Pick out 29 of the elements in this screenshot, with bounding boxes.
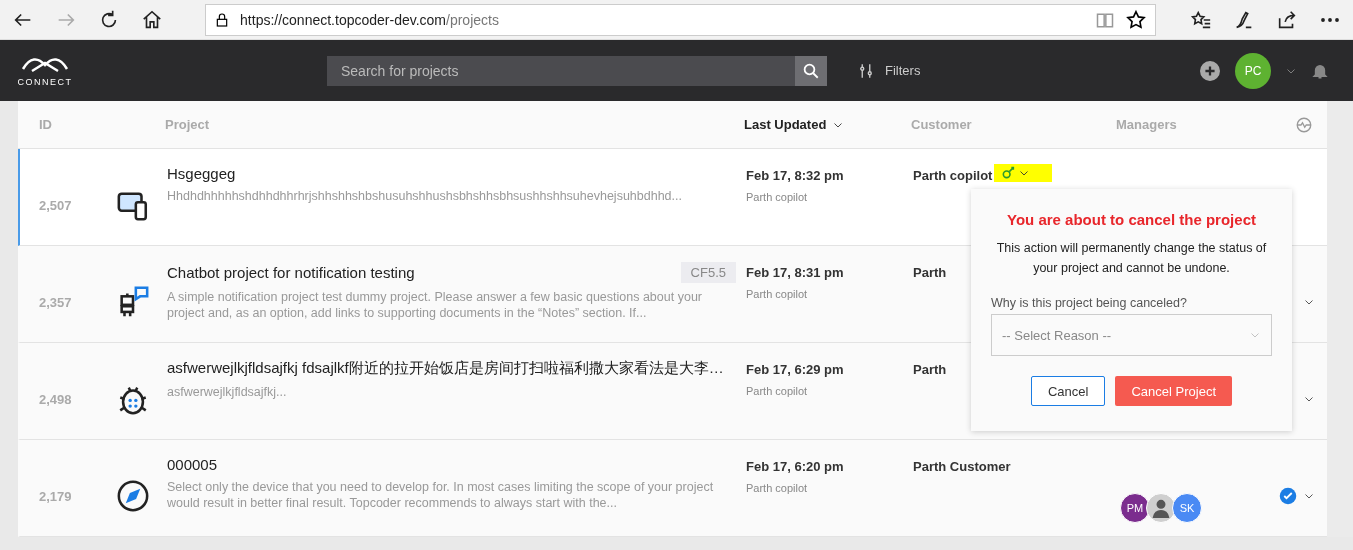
updated-by: Parth copilot [746,288,809,300]
updated-date: Feb 17, 6:29 pm [746,362,845,377]
project-description: Hhdhdhhhhhshdhhdhhrhrjshhshhshbshusuhshhushsbhshhsbhsushhshhsuhevhejsuhbdhhd... [167,188,683,204]
updated-by: Parth copilot [746,482,809,494]
project-id: 2,507 [38,197,73,213]
customer-name: Parth Customer [913,459,1011,474]
url-text: https://connect.topcoder-dev.com/projects [240,11,500,28]
customer-name: Parth [913,265,947,280]
version-tag: CF5.5 [680,262,736,283]
updated-date: Feb 17, 6:20 pm [746,459,845,474]
logo-text: CONNECT [17,76,73,87]
project-description: A simple notification project test dummy project. Please answer a few basic questions about your project and, as an option, add links to supporting documents in the “Notes” section. If... [167,289,703,321]
manager-avatar: PM [1120,493,1150,523]
manager-avatar: SK [1172,493,1202,523]
project-description: asfwerwejlkjfldsajfkj... [167,384,288,400]
project-description: Select only the device that you need to develop for. In most cases limiting the scope of your project would result in better final result. Topcoder recommends to always start with the... [167,479,715,511]
updated-by: Parth copilot [746,191,809,203]
reason-label: Why is this project being canceled? [991,296,1187,310]
column-header: ID [38,117,53,132]
customer-name: Parth [913,362,947,377]
updated-date: Feb 17, 8:32 pm [746,168,845,183]
project-id: 2,179 [38,488,73,504]
customer-name: Parth copilot [913,168,993,183]
column-header: Project [164,117,211,132]
updated-by: Parth copilot [746,385,809,397]
project-id: 2,357 [38,294,73,310]
updated-date: Feb 17, 8:31 pm [746,265,845,280]
dialog-title: You are about to cancel the project [1007,211,1256,228]
project-id: 2,498 [38,391,73,407]
